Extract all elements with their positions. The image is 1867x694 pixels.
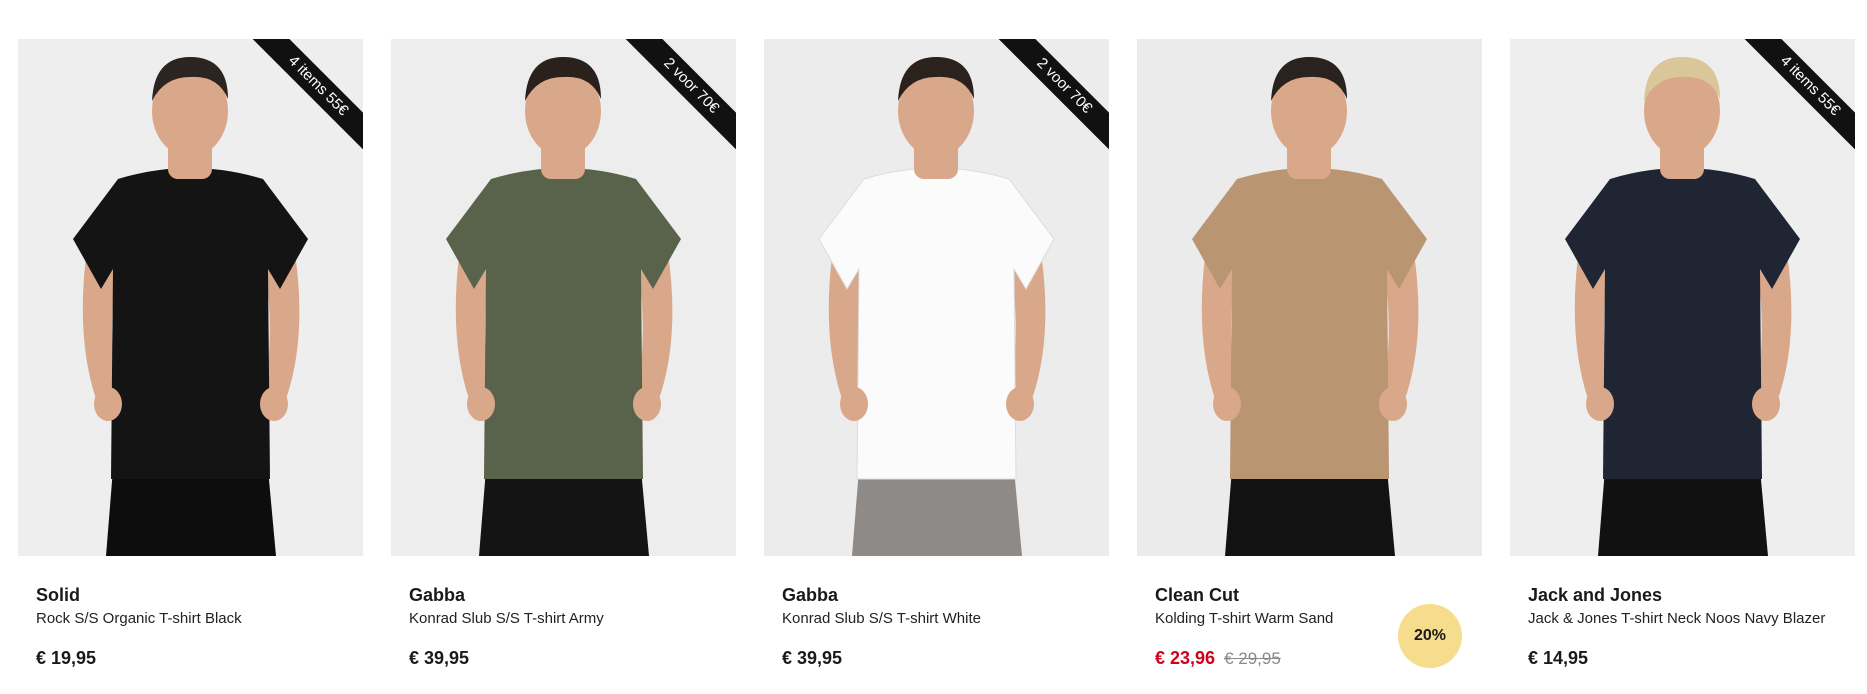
product-name[interactable]: Jack & Jones T-shirt Neck Noos Navy Blaz…	[1528, 608, 1837, 630]
product-brand[interactable]: Jack and Jones	[1528, 584, 1837, 606]
discount-badge: 20%	[1398, 604, 1462, 668]
promo-ribbon: 4 items 55€	[245, 39, 363, 157]
promo-ribbon-label: 2 voor 70€	[621, 39, 736, 156]
product-price: € 14,95	[1528, 648, 1589, 668]
promo-ribbon: 2 voor 70€	[618, 39, 736, 157]
product-original-price: € 29,95	[1224, 649, 1281, 668]
product-price: € 39,95	[782, 648, 843, 668]
promo-ribbon-label: 2 voor 70€	[994, 39, 1109, 156]
product-image[interactable]: 2 voor 70€	[764, 39, 1109, 556]
product-card[interactable]: 4 items 55€ Solid Rock S/S Organic T-shi…	[18, 39, 363, 694]
product-name[interactable]: Rock S/S Organic T-shirt Black	[36, 608, 345, 630]
product-image[interactable]: 2 voor 70€	[391, 39, 736, 556]
model-photo	[1137, 39, 1482, 556]
product-name[interactable]: Konrad Slub S/S T-shirt White	[782, 608, 1091, 630]
product-card[interactable]: 4 items 55€ Jack and Jones Jack & Jones …	[1510, 39, 1855, 694]
product-brand[interactable]: Clean Cut	[1155, 584, 1464, 606]
product-price: € 39,95	[409, 648, 470, 668]
promo-ribbon: 4 items 55€	[1737, 39, 1855, 157]
product-brand[interactable]: Gabba	[782, 584, 1091, 606]
product-price: € 19,95	[36, 648, 97, 668]
promo-ribbon-label: 4 items 55€	[1740, 39, 1855, 156]
product-brand[interactable]: Gabba	[409, 584, 718, 606]
product-name[interactable]: Konrad Slub S/S T-shirt Army	[409, 608, 718, 630]
product-card[interactable]: 2 voor 70€ Gabba Konrad Slub S/S T-shirt…	[391, 39, 736, 694]
product-card[interactable]: 2 voor 70€ Gabba Konrad Slub S/S T-shirt…	[764, 39, 1109, 694]
product-image[interactable]	[1137, 39, 1482, 556]
product-image[interactable]: 4 items 55€	[1510, 39, 1855, 556]
product-brand[interactable]: Solid	[36, 584, 345, 606]
product-card[interactable]: Clean Cut Kolding T-shirt Warm Sand € 23…	[1137, 39, 1482, 694]
promo-ribbon: 2 voor 70€	[991, 39, 1109, 157]
product-image[interactable]: 4 items 55€	[18, 39, 363, 556]
product-grid: 4 items 55€ Solid Rock S/S Organic T-shi…	[18, 39, 1855, 694]
promo-ribbon-label: 4 items 55€	[248, 39, 363, 156]
product-sale-price: € 23,96	[1155, 648, 1216, 668]
